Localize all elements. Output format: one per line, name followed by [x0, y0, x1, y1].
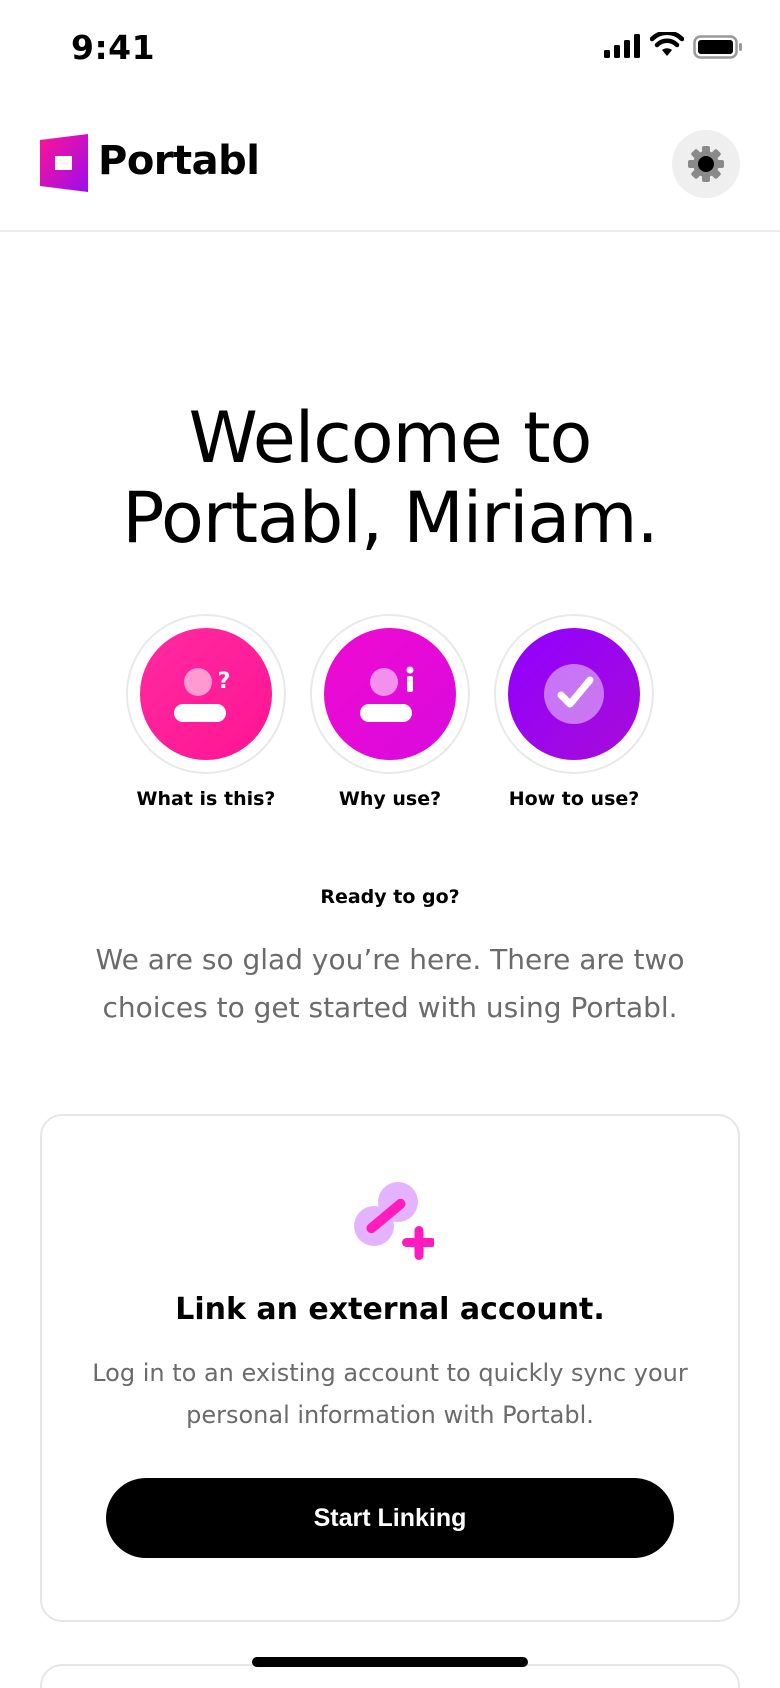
what-is-this-button[interactable]: ? What is this? [121, 614, 291, 810]
link-card-title: Link an external account. [175, 1292, 605, 1327]
next-option-card [40, 1664, 740, 1688]
link-account-card: Link an external account. Log in to an e… [40, 1114, 740, 1622]
why-use-button[interactable]: Why use? [305, 614, 475, 810]
how-to-use-label: How to use? [508, 788, 640, 810]
welcome-line-2: Portabl, Miriam. [122, 477, 658, 559]
app-header: Portabl [0, 108, 780, 232]
status-time: 9:41 [71, 28, 156, 67]
how-to-use-button[interactable]: How to use? [489, 614, 659, 810]
user-question-icon: ? [174, 668, 231, 722]
ready-heading: Ready to go? [320, 886, 460, 908]
settings-button[interactable] [672, 130, 740, 198]
svg-text:?: ? [218, 669, 231, 694]
check-circle-icon [544, 664, 604, 724]
cellular-signal-icon [604, 34, 640, 58]
wifi-icon [650, 32, 684, 56]
welcome-line-1: Welcome to [188, 397, 593, 479]
link-add-icon [354, 1182, 434, 1260]
portabl-logo-icon [40, 134, 88, 192]
link-card-description: Log in to an existing account to quickly… [92, 1359, 688, 1429]
home-indicator [252, 1657, 528, 1667]
status-bar: 9:41 [0, 0, 780, 100]
user-info-icon [360, 666, 414, 722]
brand-name: Portabl [98, 138, 260, 184]
battery-icon [693, 35, 742, 59]
start-linking-button[interactable]: Start Linking [106, 1478, 674, 1558]
what-is-this-label: What is this? [136, 788, 276, 810]
why-use-label: Why use? [338, 788, 442, 810]
info-buttons-row: ? What is this? Why use? How to use? [0, 614, 780, 824]
intro-text: We are so glad you’re here. There are tw… [95, 943, 685, 1024]
welcome-heading: Welcome to Portabl, Miriam. [0, 398, 780, 558]
gear-icon [688, 146, 724, 182]
